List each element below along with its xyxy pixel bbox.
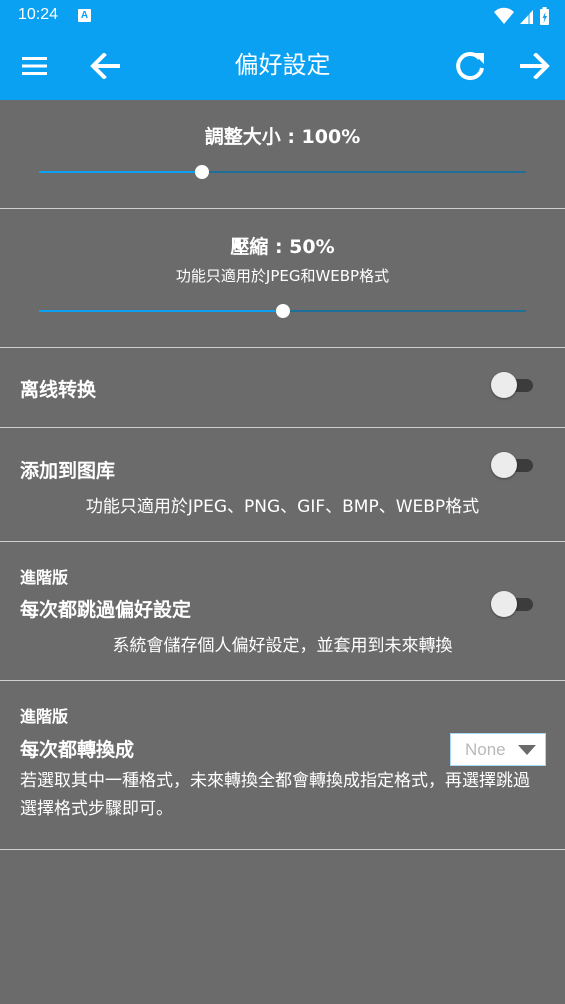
compression-slider-thumb[interactable] bbox=[275, 304, 290, 318]
resize-slider[interactable] bbox=[39, 162, 526, 182]
add-to-gallery-toggle[interactable] bbox=[491, 452, 533, 478]
offline-convert-toggle[interactable] bbox=[491, 372, 533, 398]
compression-subtitle: 功能只適用於JPEG和WEBP格式 bbox=[175, 267, 390, 285]
forward-arrow-icon[interactable] bbox=[511, 32, 559, 100]
resize-title: 調整大小 : 100% bbox=[204, 126, 361, 148]
resize-slider-fill bbox=[39, 171, 203, 173]
skip-preferences-description: 系統會儲存個人偏好設定，並套用到未來轉換 bbox=[112, 636, 453, 656]
offline-convert-section[interactable]: 离线转换 bbox=[0, 348, 565, 428]
toggle-thumb bbox=[491, 452, 517, 478]
add-to-gallery-section[interactable]: 添加到图库 功能只適用於JPEG、PNG、GIF、BMP、WEBP格式 bbox=[0, 428, 565, 542]
always-convert-label: 每次都轉換成 bbox=[20, 739, 135, 761]
resize-section: 調整大小 : 100% bbox=[0, 100, 565, 209]
toggle-thumb bbox=[491, 372, 517, 398]
offline-convert-label: 离线转换 bbox=[20, 379, 97, 401]
format-select-value: None bbox=[465, 740, 506, 759]
add-to-gallery-label: 添加到图库 bbox=[20, 460, 116, 482]
always-convert-description: 若選取其中一種格式，未來轉換全都會轉換成指定格式，再選擇跳過選擇格式步驟即可。 bbox=[20, 771, 530, 819]
toggle-thumb bbox=[491, 591, 517, 617]
format-select[interactable]: None bbox=[450, 733, 546, 766]
chevron-down-icon bbox=[518, 745, 536, 755]
status-bar: 10:24 A bbox=[0, 0, 565, 32]
always-convert-section: 進階版 每次都轉換成 None 若選取其中一種格式，未來轉換全都會轉換成指定格式… bbox=[0, 681, 565, 850]
add-to-gallery-description: 功能只適用於JPEG、PNG、GIF、BMP、WEBP格式 bbox=[85, 497, 480, 517]
notification-badge-icon: A bbox=[78, 9, 91, 22]
resize-slider-thumb[interactable] bbox=[195, 165, 210, 179]
signal-icon bbox=[520, 10, 533, 24]
menu-icon[interactable] bbox=[11, 32, 59, 100]
refresh-icon[interactable] bbox=[447, 32, 495, 100]
skip-preferences-toggle[interactable] bbox=[491, 591, 533, 617]
skip-preferences-label: 每次都跳過偏好設定 bbox=[20, 599, 192, 621]
battery-icon bbox=[540, 7, 549, 25]
compression-slider-fill bbox=[39, 310, 283, 312]
compression-title: 壓縮 : 50% bbox=[230, 236, 335, 258]
compression-section: 壓縮 : 50% 功能只適用於JPEG和WEBP格式 bbox=[0, 209, 565, 348]
compression-slider[interactable] bbox=[39, 301, 526, 321]
status-time: 10:24 bbox=[18, 6, 59, 23]
skip-preferences-section[interactable]: 進階版 每次都跳過偏好設定 系統會儲存個人偏好設定，並套用到未來轉換 bbox=[0, 542, 565, 681]
status-icons bbox=[493, 6, 551, 26]
back-arrow-icon[interactable] bbox=[81, 32, 129, 100]
premium-tag: 進階版 bbox=[20, 707, 69, 726]
premium-tag: 進階版 bbox=[20, 568, 69, 587]
wifi-icon bbox=[494, 7, 514, 24]
app-bar: 偏好設定 bbox=[0, 32, 565, 100]
